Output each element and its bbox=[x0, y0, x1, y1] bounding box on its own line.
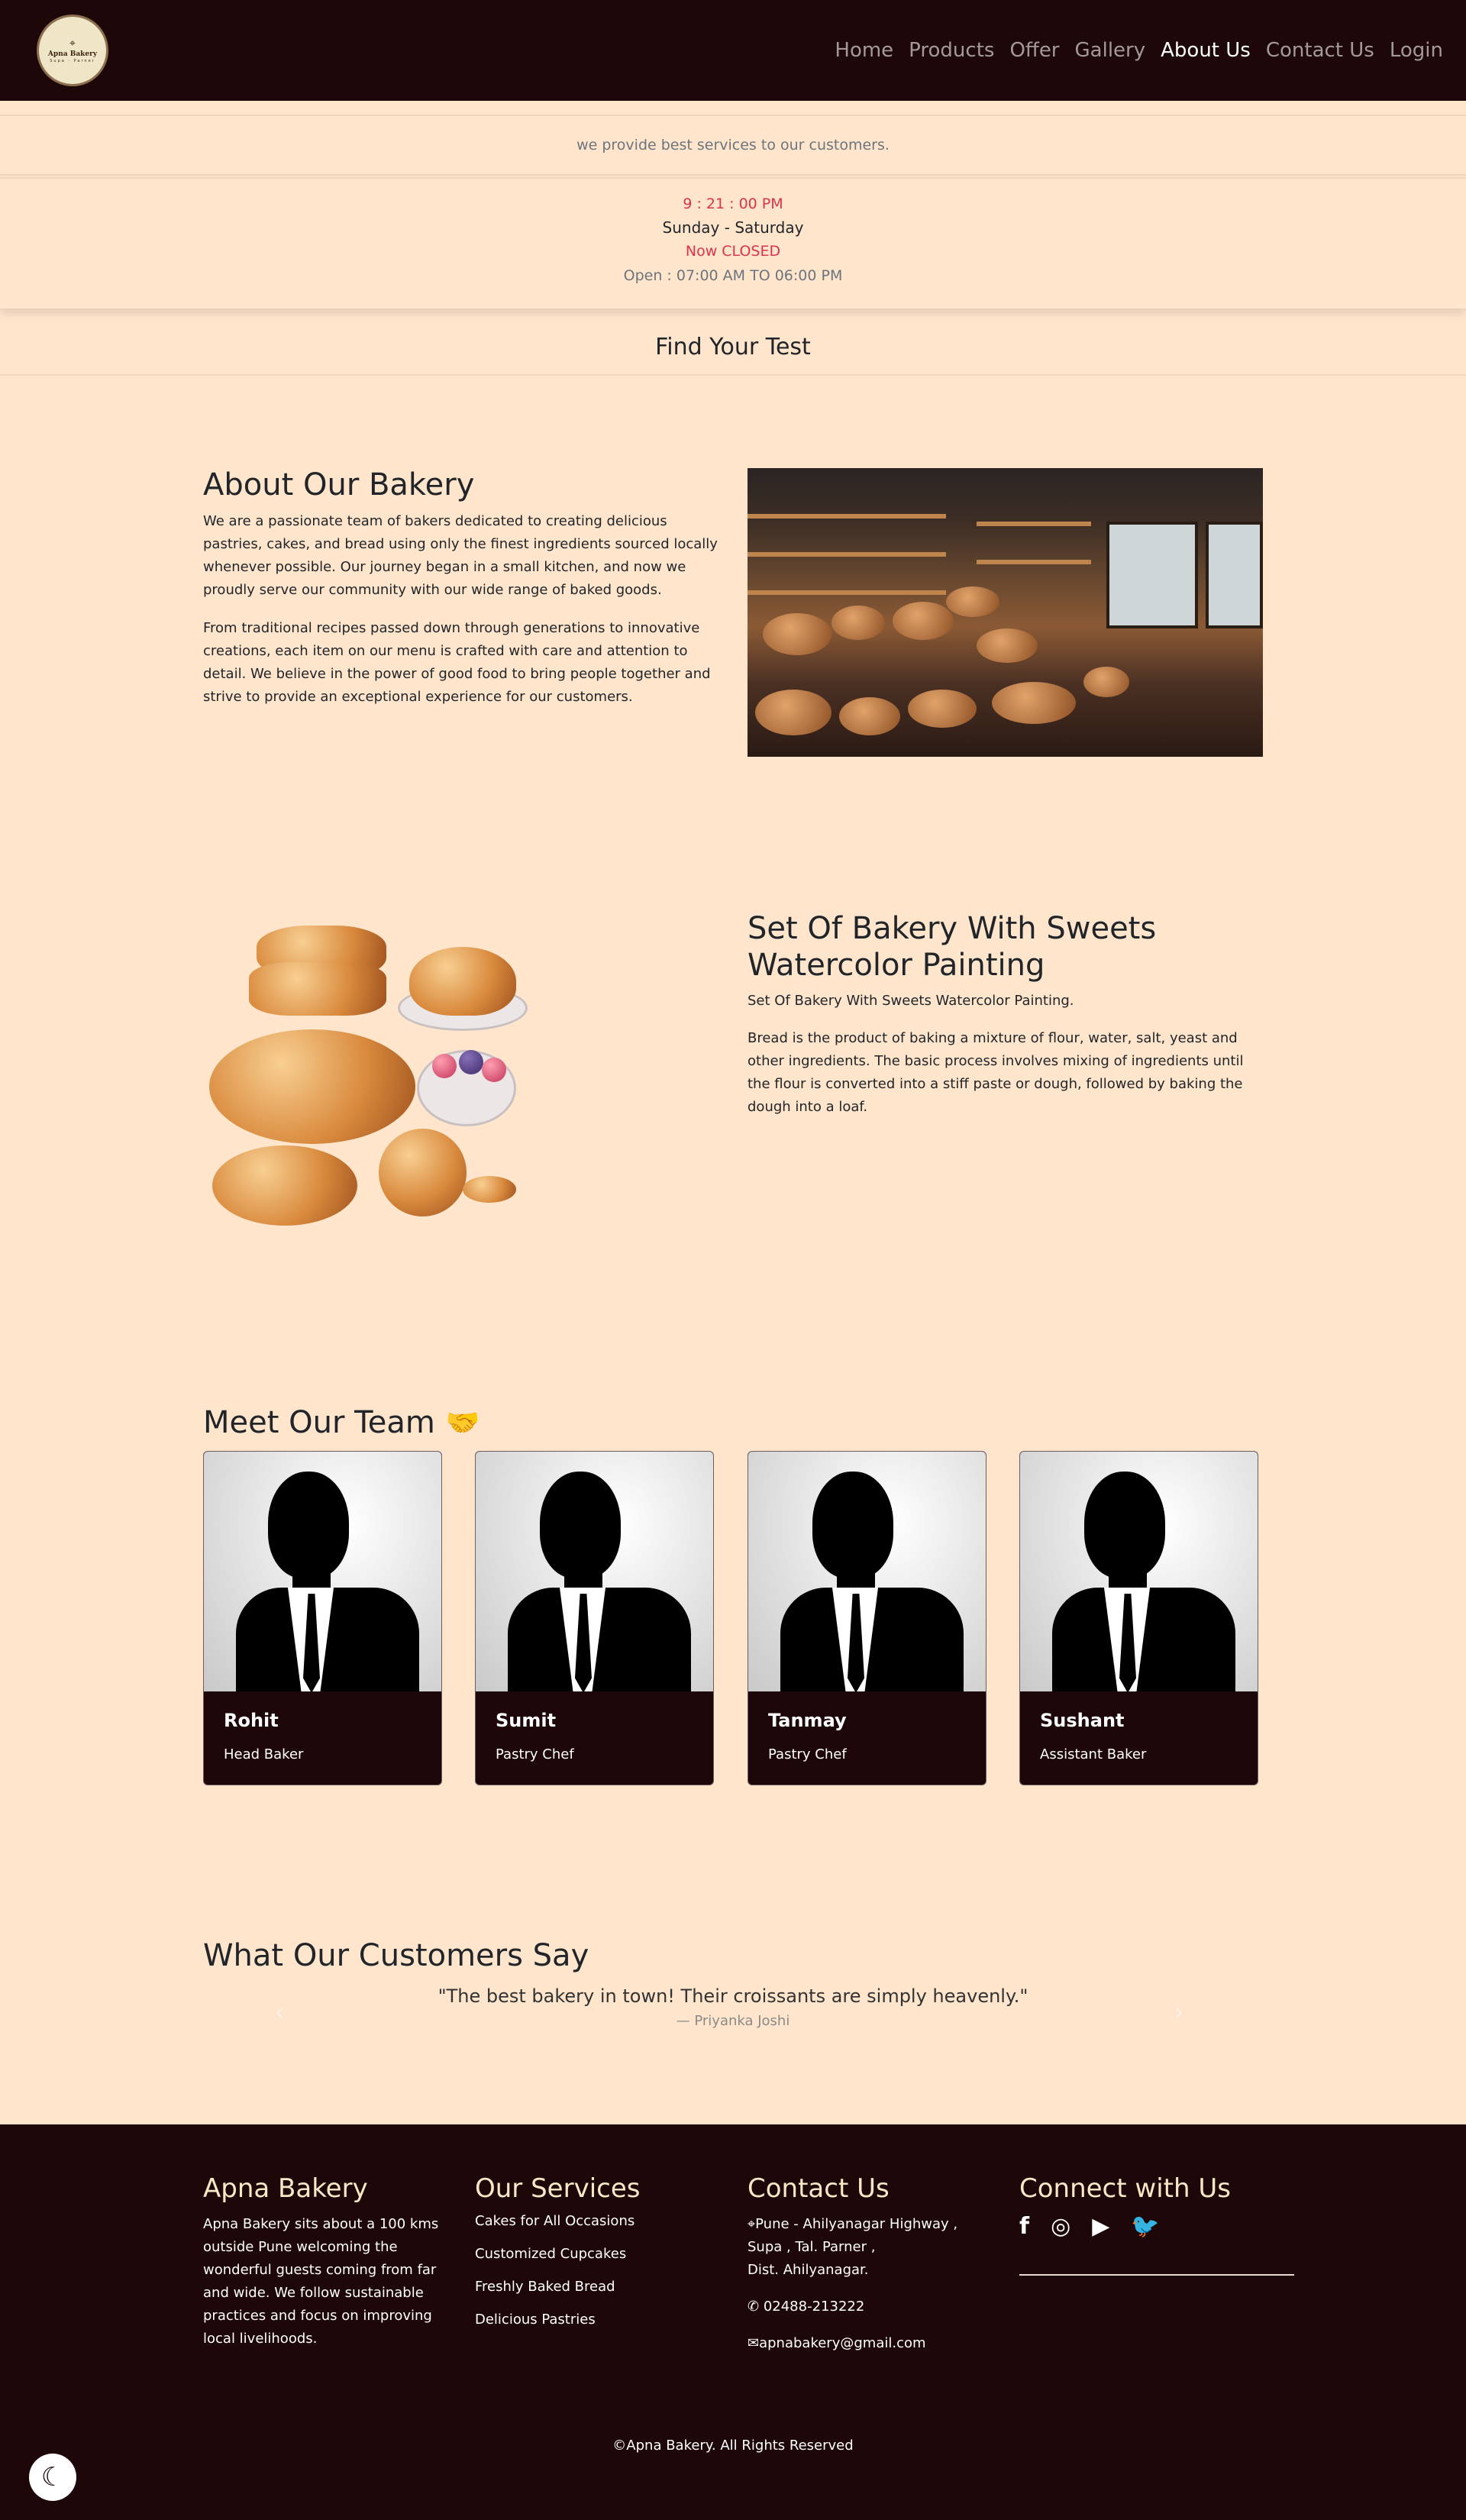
team-card-tanmay[interactable]: Tanmay Pastry Chef bbox=[748, 1451, 986, 1785]
team-card-sushant[interactable]: Sushant Assistant Baker bbox=[1019, 1451, 1258, 1785]
handshake-icon: 🤝 bbox=[445, 1407, 480, 1439]
bakery-logo[interactable]: ⌖ Apna Bakery Supa · Parner bbox=[37, 15, 108, 86]
member-role: Pastry Chef bbox=[496, 1746, 574, 1762]
about-paragraph-1: We are a passionate team of bakers dedic… bbox=[203, 513, 718, 598]
envelope-icon: ✉ bbox=[748, 2335, 760, 2351]
testimonial-author: — Priyanka Joshi bbox=[676, 2013, 790, 2029]
phone-number: 02488-213222 bbox=[763, 2299, 865, 2315]
member-role: Assistant Baker bbox=[1040, 1746, 1147, 1762]
painting-description: Bread is the product of baking a mixture… bbox=[748, 1030, 1244, 1115]
avatar bbox=[204, 1452, 441, 1691]
email-address: apnabakery@gmail.com bbox=[759, 2335, 926, 2351]
team-card-sumit[interactable]: Sumit Pastry Chef bbox=[475, 1451, 714, 1785]
service-item[interactable]: Customized Cupcakes bbox=[475, 2246, 719, 2262]
tagline: we provide best services to our customer… bbox=[0, 115, 1466, 176]
email[interactable]: ✉apnabakery@gmail.com bbox=[748, 2332, 999, 2355]
member-role: Pastry Chef bbox=[768, 1746, 847, 1762]
team-card-rohit[interactable]: Rohit Head Baker bbox=[203, 1451, 442, 1785]
team-title-text: Meet Our Team bbox=[203, 1405, 435, 1440]
avatar bbox=[1020, 1452, 1258, 1691]
facebook-icon[interactable]: f bbox=[1019, 2213, 1029, 2240]
member-name: Rohit bbox=[224, 1710, 279, 1731]
footer-connect: Connect with Us f ◎ ▶ 🐦 bbox=[1019, 2173, 1294, 2240]
avatar bbox=[476, 1452, 713, 1691]
footer-about-text: Apna Bakery sits about a 100 kms outside… bbox=[203, 2216, 439, 2347]
nav-contact-us[interactable]: Contact Us bbox=[1266, 39, 1374, 62]
open-days: Sunday - Saturday bbox=[662, 218, 804, 237]
address: ⌖Pune - Ahilyanagar Highway , Supa , Tal… bbox=[748, 2213, 999, 2282]
find-title: Find Your Test bbox=[0, 319, 1466, 376]
phone-icon: ✆ bbox=[748, 2299, 760, 2315]
about-section: About Our Bakery We are a passionate tea… bbox=[203, 467, 721, 724]
nav-login[interactable]: Login bbox=[1390, 39, 1443, 62]
youtube-icon[interactable]: ▶ bbox=[1092, 2213, 1109, 2240]
avatar bbox=[748, 1452, 986, 1691]
open-status: Now CLOSED bbox=[685, 243, 781, 260]
copyright: ©Apna Bakery. All Rights Reserved bbox=[612, 2438, 854, 2454]
painting-subtitle: Set Of Bakery With Sweets Watercolor Pai… bbox=[748, 993, 1074, 1009]
phone[interactable]: ✆ 02488-213222 bbox=[748, 2295, 999, 2318]
logo-subtitle: Supa · Parner bbox=[50, 58, 95, 63]
logo-name: Apna Bakery bbox=[47, 50, 98, 58]
member-role: Head Baker bbox=[224, 1746, 304, 1762]
opening-hours-panel: 9 : 21 : 00 PM Sunday - Saturday Now CLO… bbox=[0, 177, 1466, 309]
painting-title: Set Of Bakery With Sweets Watercolor Pai… bbox=[748, 911, 1157, 983]
team-title: Meet Our Team 🤝 bbox=[203, 1405, 480, 1440]
opening-hours: Open : 07:00 AM TO 06:00 PM bbox=[623, 267, 843, 284]
bakery-watercolor-image bbox=[203, 916, 547, 1237]
member-name: Sushant bbox=[1040, 1710, 1125, 1731]
nav-home[interactable]: Home bbox=[835, 39, 893, 62]
current-time: 9 : 21 : 00 PM bbox=[683, 195, 783, 212]
nav-offer[interactable]: Offer bbox=[1009, 39, 1059, 62]
carousel-next-button[interactable]: › bbox=[1174, 1999, 1183, 2026]
service-item[interactable]: Freshly Baked Bread bbox=[475, 2279, 719, 2295]
nav-gallery[interactable]: Gallery bbox=[1075, 39, 1146, 62]
map-marker-icon: ⌖ bbox=[748, 2216, 756, 2232]
footer-connect-title: Connect with Us bbox=[1019, 2173, 1231, 2204]
footer-contact: Contact Us ⌖Pune - Ahilyanagar Highway ,… bbox=[748, 2173, 999, 2369]
instagram-icon[interactable]: ◎ bbox=[1051, 2213, 1070, 2240]
social-links: f ◎ ▶ 🐦 bbox=[1019, 2213, 1294, 2240]
navbar: ⌖ Apna Bakery Supa · Parner Home Product… bbox=[0, 0, 1466, 101]
bakery-interior-image bbox=[748, 468, 1263, 757]
address-line-1: Pune - Ahilyanagar Highway , bbox=[755, 2216, 958, 2232]
address-line-2: Supa , Tal. Parner , bbox=[748, 2239, 876, 2255]
footer-contact-title: Contact Us bbox=[748, 2173, 890, 2204]
location-pin-icon: ⌖ bbox=[69, 37, 76, 50]
about-title: About Our Bakery bbox=[203, 467, 475, 502]
service-item[interactable]: Cakes for All Occasions bbox=[475, 2213, 719, 2229]
member-name: Sumit bbox=[496, 1710, 557, 1731]
moon-icon[interactable]: ☾ bbox=[29, 2454, 76, 2501]
about-paragraph-2: From traditional recipes passed down thr… bbox=[203, 620, 711, 705]
nav-links: Home Products Offer Gallery About Us Con… bbox=[835, 39, 1443, 62]
testimonials-title: What Our Customers Say bbox=[203, 1938, 589, 1973]
footer: Apna Bakery Apna Bakery sits about a 100… bbox=[0, 2124, 1466, 2520]
nav-about-us[interactable]: About Us bbox=[1161, 39, 1251, 62]
address-line-3: Dist. Ahilyanagar. bbox=[748, 2262, 869, 2278]
footer-services: Our Services Cakes for All Occasions Cus… bbox=[475, 2173, 719, 2344]
painting-section: Set Of Bakery With Sweets Watercolor Pai… bbox=[748, 910, 1267, 1119]
footer-divider bbox=[1019, 2274, 1294, 2276]
service-item[interactable]: Delicious Pastries bbox=[475, 2312, 719, 2328]
testimonial-quote: "The best bakery in town! Their croissan… bbox=[438, 1985, 1028, 2007]
footer-about-title: Apna Bakery bbox=[203, 2173, 368, 2204]
footer-about: Apna Bakery Apna Bakery sits about a 100… bbox=[203, 2173, 447, 2350]
footer-services-title: Our Services bbox=[475, 2173, 641, 2204]
member-name: Tanmay bbox=[768, 1710, 847, 1731]
twitter-icon[interactable]: 🐦 bbox=[1131, 2213, 1159, 2240]
nav-products[interactable]: Products bbox=[909, 39, 994, 62]
